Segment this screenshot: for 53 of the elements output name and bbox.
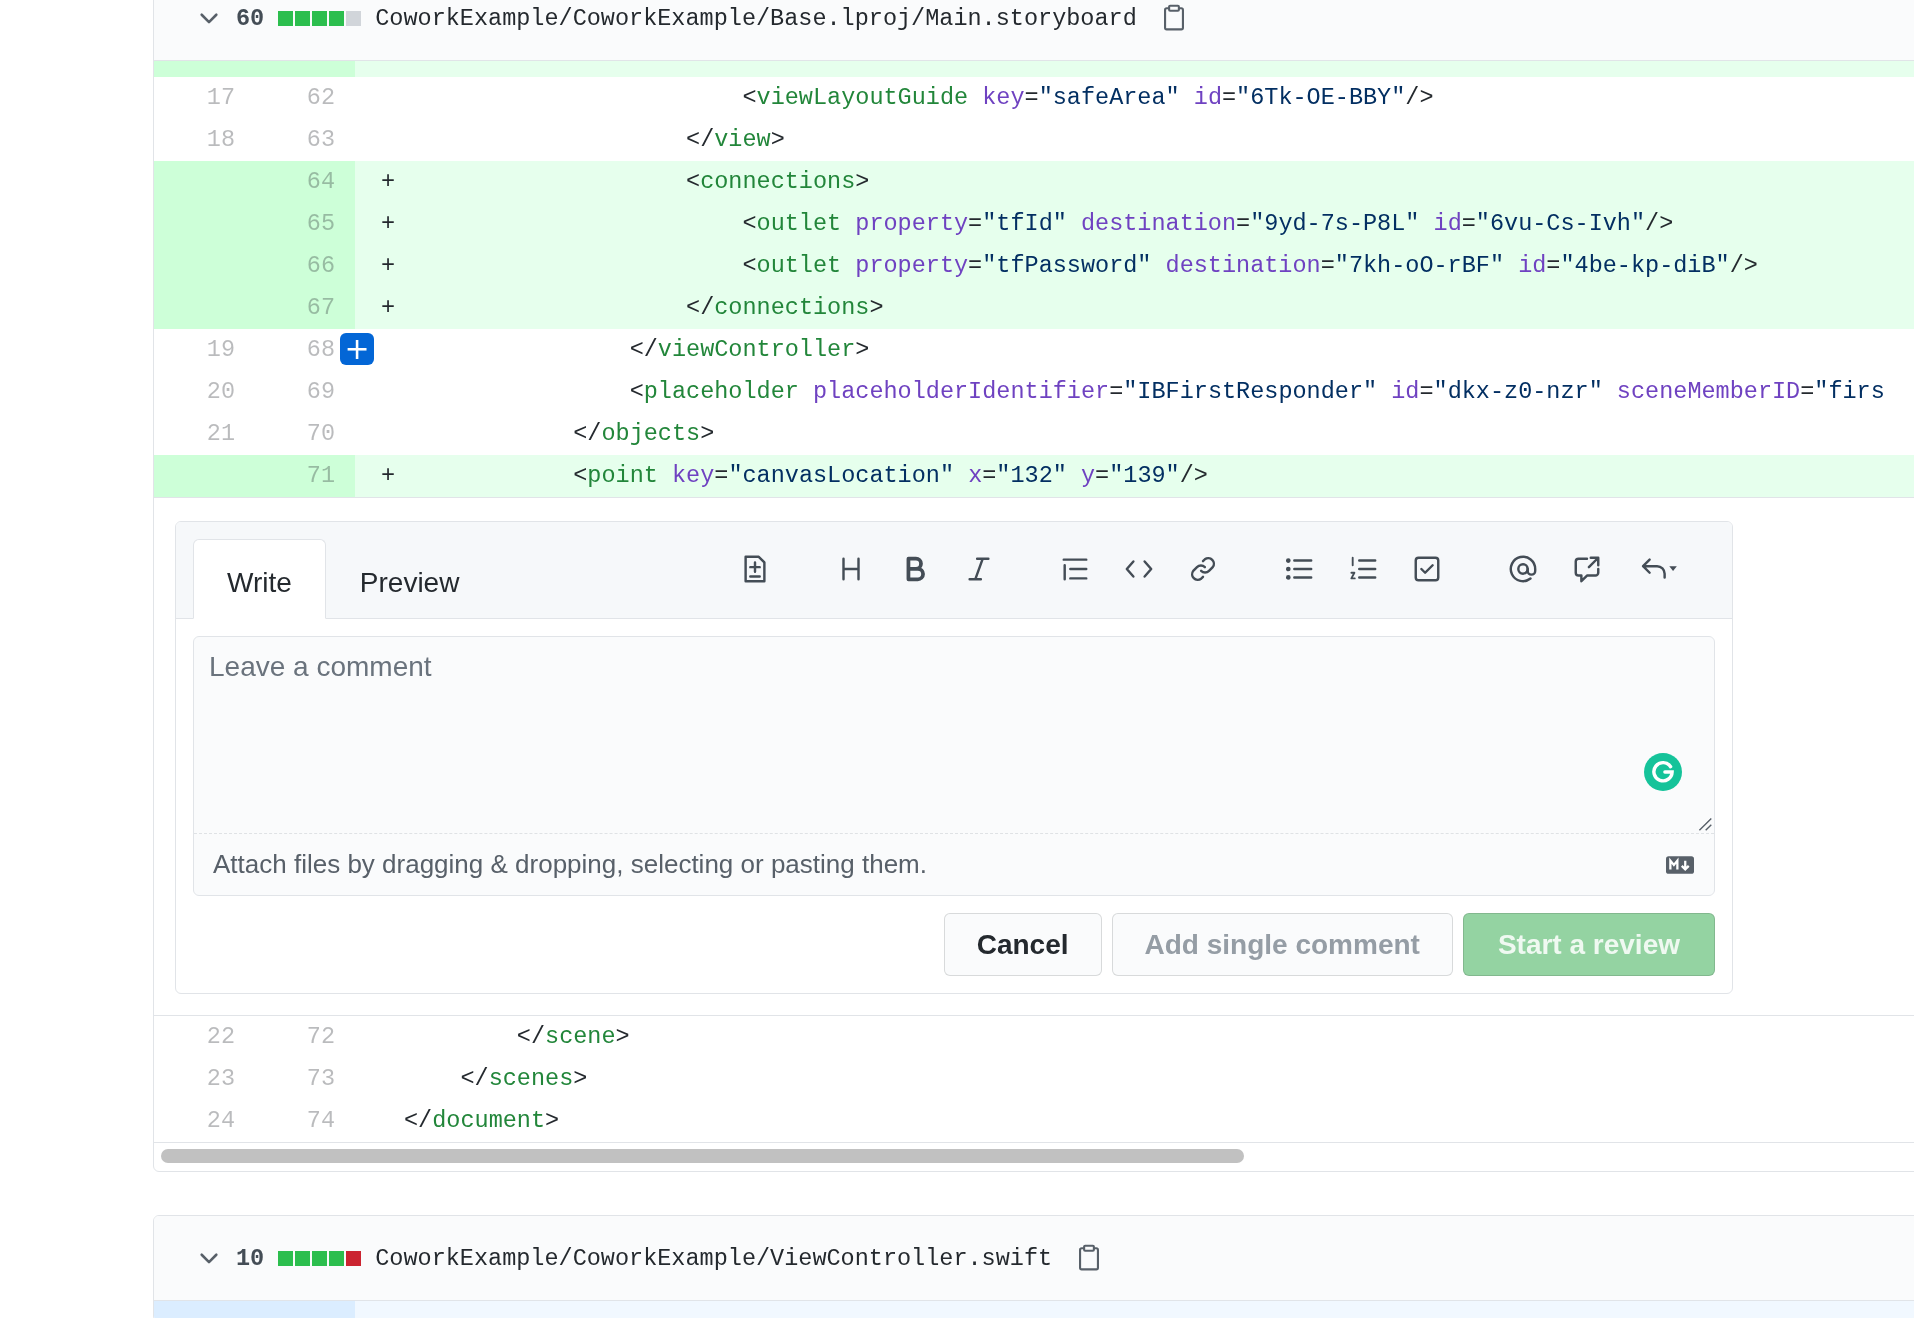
line-number: 65 [255, 203, 355, 245]
code-line: <placeholder placeholderIdentifier="IBFirstResponder" id="dkx-z0-nzr" sceneMemberID="firs [628, 377, 1885, 407]
added-marker: + [381, 210, 396, 237]
added-marker: + [381, 294, 396, 321]
change-count: 60 [236, 4, 265, 32]
code-line: </objects> [572, 419, 715, 449]
code-line: </view> [685, 125, 785, 155]
code-line: </scene> [515, 1022, 630, 1052]
line-number: 69 [305, 377, 336, 407]
change-count: 10 [236, 1244, 265, 1272]
code-line: </connections> [685, 293, 884, 323]
added-marker: + [381, 252, 396, 279]
line-number: 64 [255, 161, 355, 203]
code-line: <outlet property="tfId" destination="9yd-7s-P8L" id="6vu-Cs-Ivh"/> [741, 209, 1674, 239]
code-line: <outlet property="tfPassword" destination="7kh-oO-rBF" id="4be-kp-diB"/> [741, 251, 1758, 281]
line-number: 68 [305, 335, 336, 365]
file-path: CoworkExample/CoworkExample/Base.lproj/Main.storyboard [375, 4, 1137, 32]
scrollbar[interactable] [161, 1149, 1244, 1163]
line-number: 63 [305, 125, 336, 155]
file-path: CoworkExample/CoworkExample/ViewController.swift [375, 1244, 1053, 1272]
code-line: </scenes> [459, 1064, 588, 1094]
line-number: 19 [205, 335, 236, 365]
added-marker: + [381, 168, 396, 195]
comment-input[interactable]: Leave a comment [194, 637, 1714, 833]
code-line: </document> [404, 1106, 560, 1136]
line-number: 24 [205, 1106, 236, 1136]
code-line: <point key="canvasLocation" x="132" y="139"/> [572, 461, 1208, 491]
markdown-icon [1666, 855, 1694, 874]
line-number: 72 [305, 1022, 336, 1052]
code-line: <connections> [685, 167, 870, 197]
line-number: 70 [305, 419, 336, 449]
code-line: <viewLayoutGuide key="safeArea" id="6Tk-OE-BBY"/> [741, 83, 1434, 113]
line-number: 71 [255, 455, 355, 497]
added-marker: + [381, 462, 396, 489]
editor-tab[interactable]: Write [193, 539, 326, 619]
line-number: 74 [305, 1106, 336, 1136]
line-number: 17 [205, 83, 236, 113]
comment-field[interactable]: Leave a comment Attach files by dragging & dropping, selecting or pasting them. [193, 636, 1715, 896]
add-comment-button[interactable]: + [340, 333, 374, 365]
line-number: 73 [305, 1064, 336, 1094]
action-button[interactable]: Cancel [943, 913, 1102, 976]
line-number: 20 [205, 377, 236, 407]
line-number: 67 [255, 287, 355, 329]
editor-tab[interactable]: Preview [325, 539, 494, 619]
line-number: 62 [305, 83, 336, 113]
code-line: </viewController> [628, 335, 870, 365]
line-number: 22 [205, 1022, 236, 1052]
attach-files-hint: Attach files by dragging & dropping, selecting or pasting them. [213, 849, 927, 880]
resize-handle-icon[interactable] [1698, 817, 1712, 831]
line-number: 21 [205, 419, 236, 449]
line-number: 18 [205, 125, 236, 155]
line-number: 66 [255, 245, 355, 287]
line-number: 23 [205, 1064, 236, 1094]
